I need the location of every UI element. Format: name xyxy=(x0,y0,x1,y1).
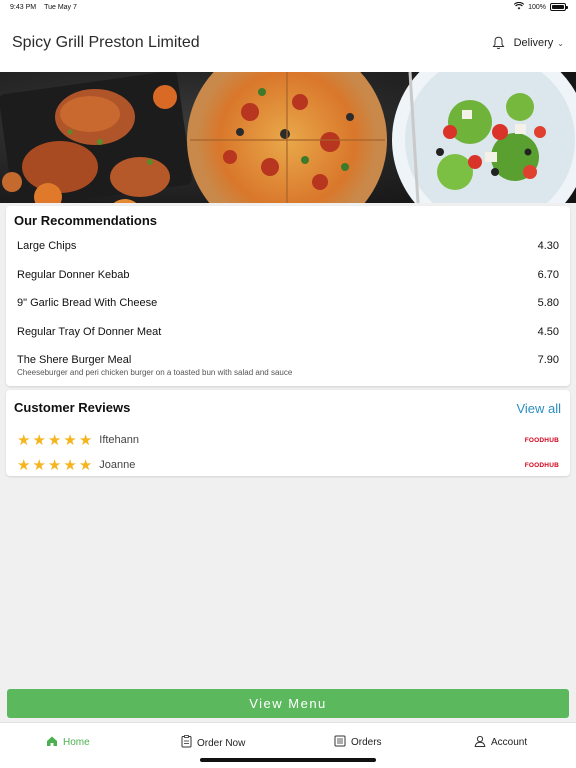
star-icon: ★ xyxy=(17,456,31,474)
menu-item-price: 4.30 xyxy=(537,240,559,252)
status-date: Tue May 7 xyxy=(44,3,77,11)
menu-item[interactable]: Regular Tray Of Donner Meat 4.50 xyxy=(6,320,570,349)
menu-item[interactable]: The Shere Burger Meal 7.90 Cheeseburger … xyxy=(6,348,570,384)
reviewer-name: Iftehann xyxy=(99,434,140,446)
reviewer-name: Joanne xyxy=(99,459,136,471)
tab-label: Account xyxy=(491,737,528,748)
menu-item-name: Large Chips xyxy=(17,240,77,252)
menu-item-price: 7.90 xyxy=(537,354,559,367)
star-icon: ★ xyxy=(78,456,93,474)
orders-list-icon xyxy=(334,735,346,750)
star-icon: ★ xyxy=(32,431,46,449)
restaurant-title: Spicy Grill Preston Limited xyxy=(12,34,200,51)
recommendations-title: Our Recommendations xyxy=(14,213,158,228)
status-bar: 9:43 PM Tue May 7 100% xyxy=(0,0,576,14)
view-all-reviews-link[interactable]: View all xyxy=(516,401,561,416)
tab-label: Orders xyxy=(351,737,382,748)
person-icon xyxy=(474,735,486,750)
menu-item-name: The Shere Burger Meal xyxy=(17,354,132,367)
tab-label: Home xyxy=(63,737,90,748)
view-menu-button[interactable]: View Menu xyxy=(7,689,569,718)
home-icon xyxy=(46,735,58,750)
menu-item-price: 6.70 xyxy=(537,268,559,281)
app-header: Spicy Grill Preston Limited Delivery ⌄ xyxy=(0,14,576,72)
recommendations-card: Our Recommendations Large Chips 4.30 Reg… xyxy=(6,206,570,386)
status-time: 9:43 PM xyxy=(10,3,37,11)
star-icon: ★ xyxy=(63,456,77,474)
star-icon: ★ xyxy=(63,431,77,449)
star-rating: ★ ★ ★ ★ ★ xyxy=(17,433,92,448)
menu-item-price: 5.80 xyxy=(537,297,559,310)
star-icon: ★ xyxy=(78,431,93,449)
menu-item[interactable]: 9" Garlic Bread With Cheese 5.80 xyxy=(6,291,570,320)
tab-orders[interactable]: Orders xyxy=(334,735,382,750)
star-icon: ★ xyxy=(47,456,62,474)
bell-icon[interactable] xyxy=(492,36,506,50)
review-source-logo: FOODHUB xyxy=(524,461,559,469)
battery-icon xyxy=(550,3,568,11)
menu-item-price: 4.50 xyxy=(537,325,559,338)
star-icon: ★ xyxy=(32,456,46,474)
menu-item[interactable]: Regular Donner Kebab 6.70 xyxy=(6,263,570,292)
tab-account[interactable]: Account xyxy=(474,735,527,750)
tab-label: Order Now xyxy=(197,737,246,749)
recommendations-list: Large Chips 4.30 Regular Donner Kebab 6.… xyxy=(6,234,570,384)
wifi-icon xyxy=(513,1,525,12)
chevron-down-icon: ⌄ xyxy=(557,38,564,48)
star-rating: ★ ★ ★ ★ ★ xyxy=(17,458,92,473)
reviews-title: Customer Reviews xyxy=(14,400,131,415)
tab-home[interactable]: Home xyxy=(46,735,90,750)
star-icon: ★ xyxy=(17,431,31,449)
menu-item-description: Cheeseburger and peri chicken burger on … xyxy=(17,368,293,378)
menu-item-name: Regular Tray Of Donner Meat xyxy=(17,325,162,338)
review-row: ★ ★ ★ ★ ★ Iftehann FOODHUB xyxy=(17,431,559,449)
delivery-selector[interactable]: Delivery ⌄ xyxy=(514,37,564,49)
battery-percent: 100% xyxy=(528,3,546,11)
order-icon xyxy=(181,735,192,751)
delivery-label: Delivery xyxy=(513,37,554,49)
customer-reviews-card: Customer Reviews View all ★ ★ ★ ★ ★ Iftehann… xyxy=(6,390,570,476)
menu-item-name: 9" Garlic Bread With Cheese xyxy=(17,297,158,310)
star-icon: ★ xyxy=(47,431,62,449)
tab-order-now[interactable]: Order Now xyxy=(181,735,245,751)
home-indicator xyxy=(200,758,376,762)
menu-item[interactable]: Large Chips 4.30 xyxy=(6,234,570,263)
review-source-logo: FOODHUB xyxy=(524,436,559,444)
menu-item-name: Regular Donner Kebab xyxy=(17,268,130,281)
review-row: ★ ★ ★ ★ ★ Joanne FOODHUB xyxy=(17,456,559,474)
hero-food-banner xyxy=(0,72,576,203)
